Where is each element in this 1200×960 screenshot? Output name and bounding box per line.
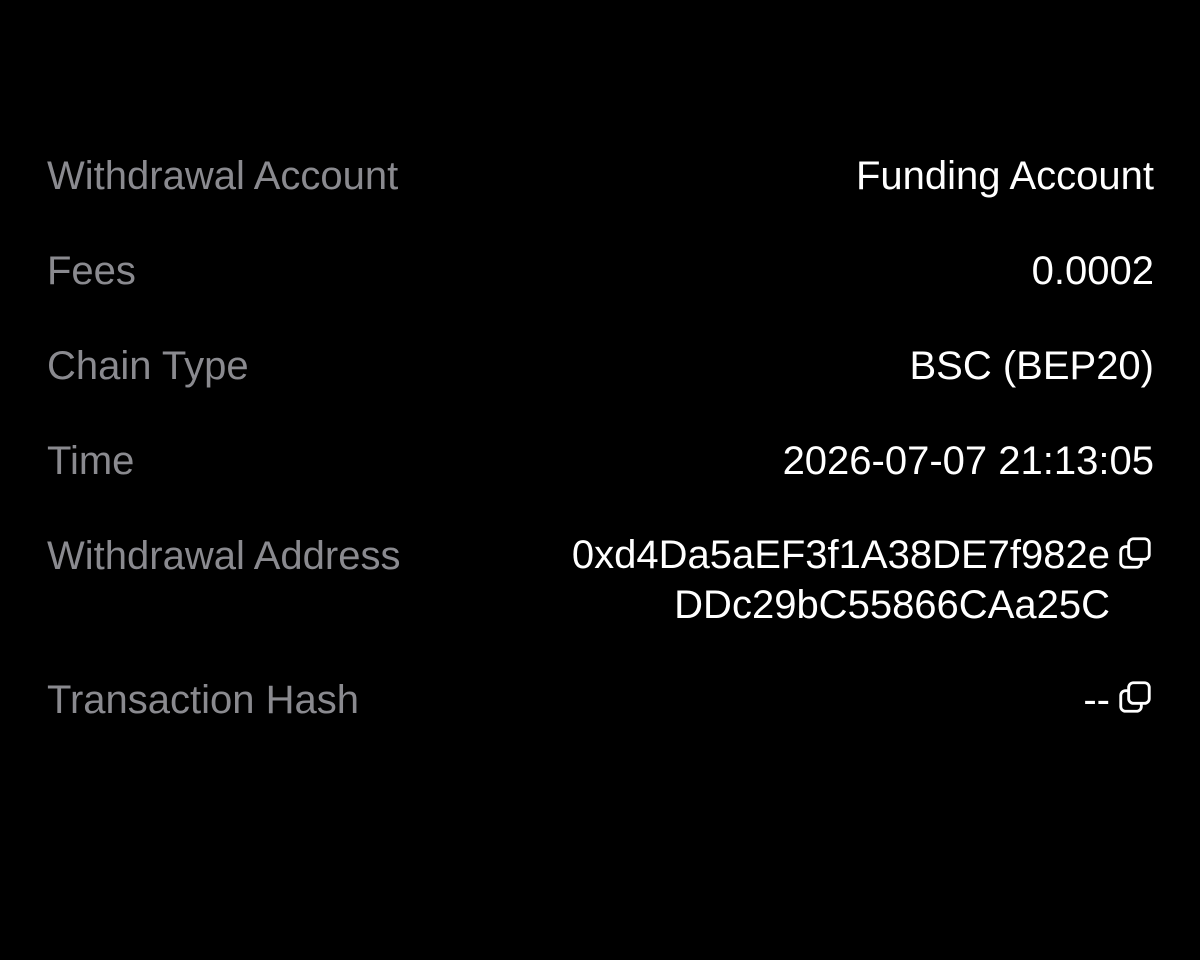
time-value: 2026-07-07 21:13:05 <box>782 439 1154 483</box>
withdrawal-account-row: Withdrawal Account Funding Account <box>47 150 1154 202</box>
time-label: Time <box>47 439 135 483</box>
withdrawal-address-row: Withdrawal Address 0xd4Da5aEF3f1A38DE7f9… <box>47 530 1154 630</box>
fees-label: Fees <box>47 249 136 293</box>
withdrawal-address-line2: DDc29bC55866CAa25C <box>674 583 1110 627</box>
withdrawal-account-label: Withdrawal Account <box>47 154 399 198</box>
withdrawal-address-text: 0xd4Da5aEF3f1A38DE7f982e DDc29bC55866CAa… <box>572 530 1110 630</box>
withdrawal-address-value: 0xd4Da5aEF3f1A38DE7f982e DDc29bC55866CAa… <box>572 530 1154 630</box>
chain-type-row: Chain Type BSC (BEP20) <box>47 340 1154 392</box>
withdrawal-account-value: Funding Account <box>856 154 1154 198</box>
copy-address-icon[interactable] <box>1116 534 1154 572</box>
fees-row: Fees 0.0002 <box>47 245 1154 297</box>
withdrawal-address-label: Withdrawal Address <box>47 534 401 578</box>
copy-hash-icon[interactable] <box>1116 678 1154 716</box>
chain-type-value: BSC (BEP20) <box>909 344 1154 388</box>
chain-type-label: Chain Type <box>47 344 249 388</box>
transaction-hash-text: -- <box>1083 678 1110 722</box>
time-row: Time 2026-07-07 21:13:05 <box>47 435 1154 487</box>
transaction-hash-value: -- <box>1083 674 1154 726</box>
transaction-hash-row: Transaction Hash -- <box>47 674 1154 726</box>
transaction-hash-label: Transaction Hash <box>47 678 359 722</box>
withdrawal-details: Withdrawal Account Funding Account Fees … <box>47 150 1154 726</box>
withdrawal-address-line1: 0xd4Da5aEF3f1A38DE7f982e <box>571 533 1110 577</box>
fees-value: 0.0002 <box>1031 249 1154 293</box>
